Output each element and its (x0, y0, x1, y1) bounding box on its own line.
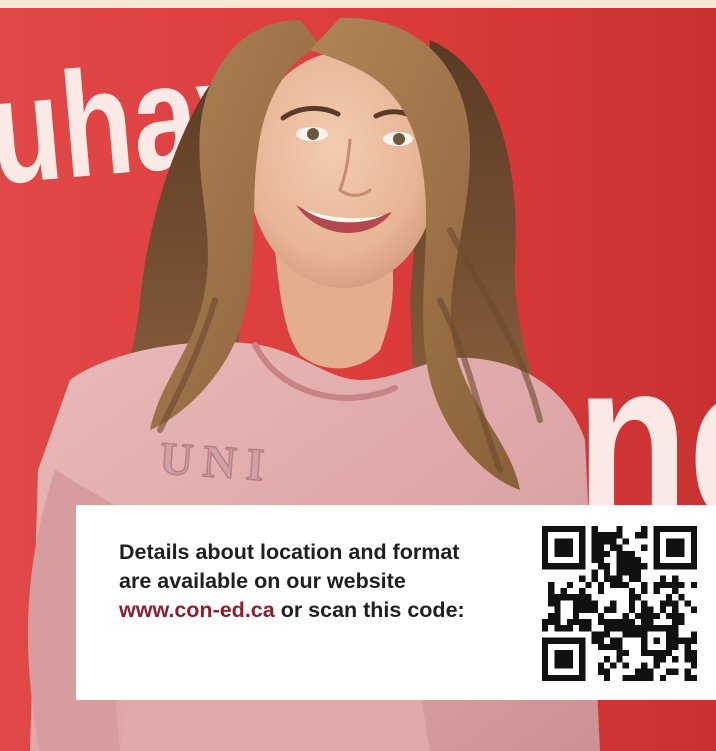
info-panel: Details about location and format are av… (76, 505, 716, 700)
info-text-outro: or scan this code: (274, 598, 465, 622)
sweater-print: UNI (158, 432, 276, 491)
qr-code-icon (542, 526, 697, 681)
website-link[interactable]: www.con-ed.ca (119, 598, 275, 622)
info-text: Details about location and format are av… (119, 538, 489, 625)
top-band (0, 0, 716, 8)
left-iris (307, 128, 319, 140)
right-iris (393, 133, 405, 145)
flyer: uhay ne UNI (0, 0, 716, 751)
info-text-intro: Details about location and format are av… (119, 540, 460, 593)
